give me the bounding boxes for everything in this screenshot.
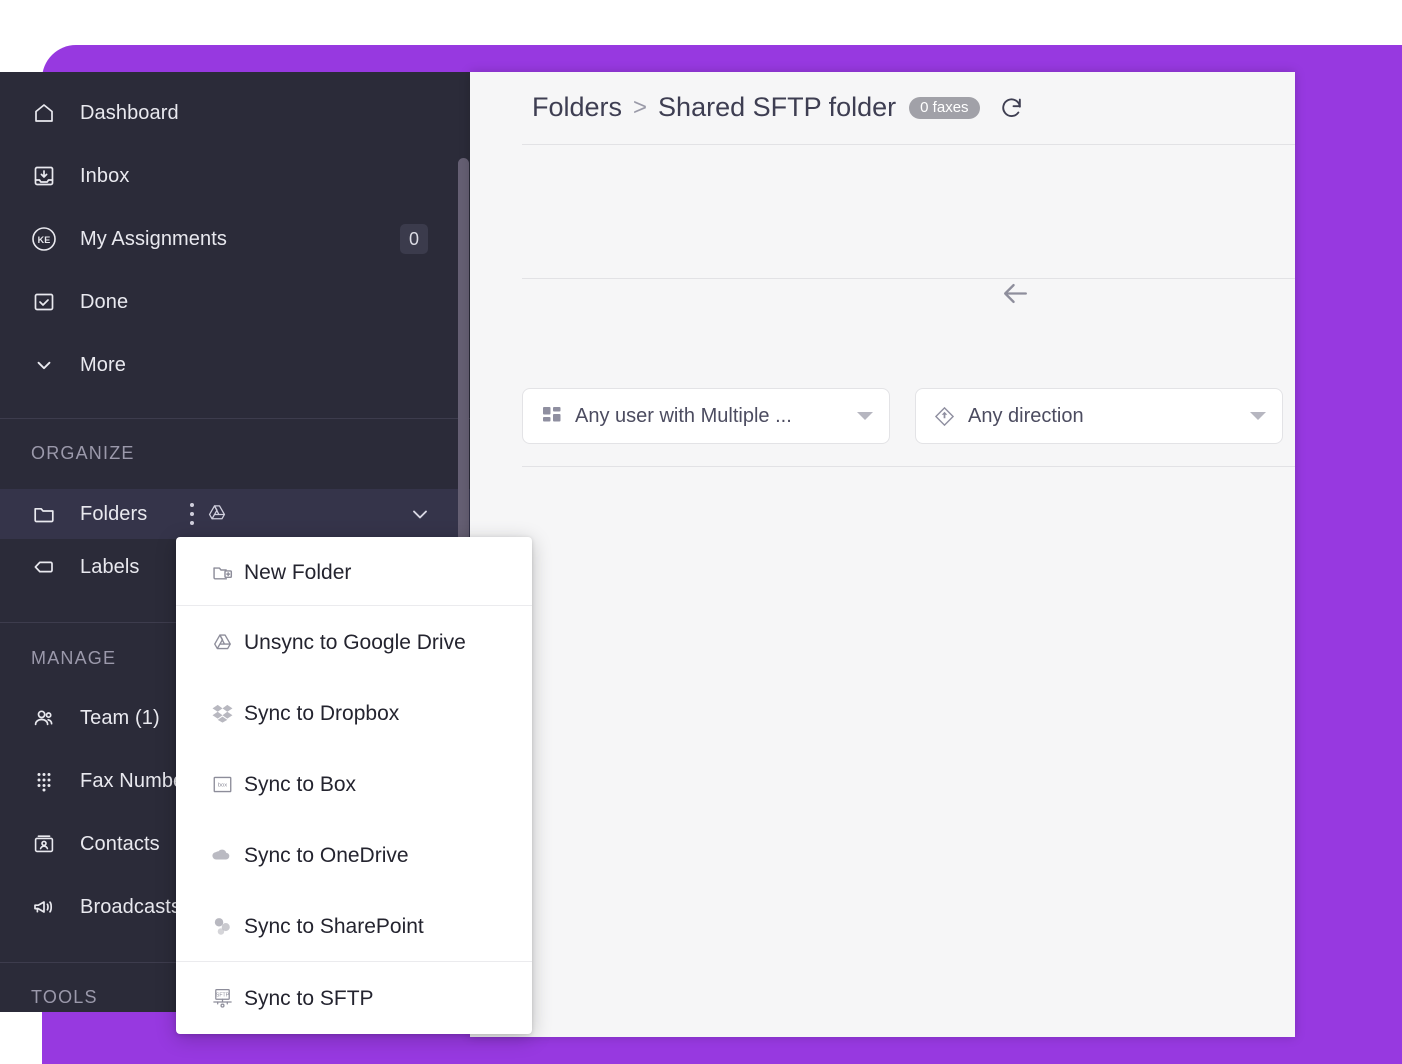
menu-item-sync-onedrive[interactable]: Sync to OneDrive xyxy=(176,820,532,891)
grid-icon xyxy=(541,406,562,427)
svg-text:box: box xyxy=(217,783,226,789)
sftp-icon: SFTP xyxy=(210,987,234,1011)
filter-direction-label: Any direction xyxy=(968,404,1084,427)
check-box-icon xyxy=(31,289,57,315)
filter-bar: Any user with Multiple ... Any direction xyxy=(522,388,1283,444)
filter-divider xyxy=(522,466,1295,467)
menu-divider xyxy=(176,605,532,606)
sidebar-section-organize-label: ORGANIZE xyxy=(31,443,135,463)
menu-item-label: Sync to Box xyxy=(244,772,357,796)
breadcrumb-separator-icon: > xyxy=(633,93,648,121)
assignments-count-badge: 0 xyxy=(400,224,428,254)
fax-count-badge: 0 faxes xyxy=(909,96,980,119)
google-drive-icon[interactable] xyxy=(206,502,230,526)
sidebar-section-manage-label: MANAGE xyxy=(31,648,117,668)
back-button[interactable] xyxy=(997,275,1033,311)
folders-kebab-menu-icon[interactable] xyxy=(189,503,195,525)
menu-item-new-folder[interactable]: New Folder xyxy=(176,537,532,608)
main-content-card: Folders > Shared SFTP folder 0 faxes Any… xyxy=(470,72,1295,1037)
sidebar-item-label: Inbox xyxy=(80,164,130,187)
sidebar-item-dashboard[interactable]: Dashboard xyxy=(0,88,470,138)
folders-context-menu: New Folder Unsync to Google Drive Sync t… xyxy=(176,537,532,1034)
breadcrumb: Folders > Shared SFTP folder 0 faxes xyxy=(532,92,1025,123)
menu-item-sync-box[interactable]: box Sync to Box xyxy=(176,749,532,820)
folder-icon xyxy=(31,501,57,527)
google-drive-icon xyxy=(210,631,234,655)
menu-item-label: Sync to OneDrive xyxy=(244,843,409,867)
users-icon xyxy=(31,705,57,731)
toolbar-divider xyxy=(522,278,1295,279)
dropbox-icon xyxy=(210,702,234,726)
sidebar-item-folders[interactable]: Folders xyxy=(0,489,470,539)
filter-user-label: Any user with Multiple ... xyxy=(575,404,792,427)
menu-item-unsync-google-drive[interactable]: Unsync to Google Drive xyxy=(176,607,532,678)
home-icon xyxy=(31,100,57,126)
sidebar-divider xyxy=(0,418,470,419)
folders-expand-chevron-icon[interactable] xyxy=(408,502,432,526)
dialpad-icon xyxy=(31,768,57,794)
app-window: Dashboard Inbox KE My Assignments 0 Done xyxy=(0,0,1402,1064)
sidebar-section-tools-label: TOOLS xyxy=(31,987,98,1007)
header-divider xyxy=(522,144,1295,145)
chevron-down-icon[interactable] xyxy=(857,412,873,420)
direction-icon xyxy=(934,406,955,427)
refresh-icon[interactable] xyxy=(999,95,1025,121)
menu-item-sync-sharepoint[interactable]: Sync to SharePoint xyxy=(176,891,532,962)
megaphone-icon xyxy=(31,894,57,920)
label-tag-icon xyxy=(31,554,57,580)
inbox-icon xyxy=(31,163,57,189)
menu-item-label: Sync to SharePoint xyxy=(244,914,424,938)
sidebar-item-label: Broadcasts xyxy=(80,895,182,918)
menu-item-sync-sftp[interactable]: SFTP Sync to SFTP xyxy=(176,963,532,1034)
chevron-down-icon[interactable] xyxy=(1250,412,1266,420)
sidebar-item-label: Contacts xyxy=(80,832,160,855)
sidebar-item-more[interactable]: More xyxy=(0,340,470,390)
filter-direction-dropdown[interactable]: Any direction xyxy=(915,388,1283,444)
ke-avatar-icon: KE xyxy=(31,226,57,252)
box-icon: box xyxy=(210,773,234,797)
sharepoint-icon xyxy=(210,915,234,939)
contact-card-icon xyxy=(31,831,57,857)
app-backdrop-bottom xyxy=(76,1037,1402,1064)
sidebar-item-label: Team (1) xyxy=(80,706,160,729)
chevron-down-icon xyxy=(31,352,57,378)
menu-item-label: Sync to Dropbox xyxy=(244,701,400,725)
sidebar-item-label: Dashboard xyxy=(80,101,179,124)
sidebar-item-inbox[interactable]: Inbox xyxy=(0,151,470,201)
breadcrumb-bar: Folders > Shared SFTP folder 0 faxes xyxy=(470,72,1295,144)
svg-text:KE: KE xyxy=(38,235,51,245)
filter-user-dropdown[interactable]: Any user with Multiple ... xyxy=(522,388,890,444)
menu-divider xyxy=(176,961,532,962)
sidebar-item-done[interactable]: Done xyxy=(0,277,470,327)
breadcrumb-current: Shared SFTP folder xyxy=(658,92,897,122)
new-folder-icon xyxy=(210,561,234,585)
sidebar-item-label: More xyxy=(80,353,126,376)
onedrive-icon xyxy=(210,844,234,868)
menu-item-label: Unsync to Google Drive xyxy=(244,630,466,654)
sidebar-item-my-assignments[interactable]: KE My Assignments 0 xyxy=(0,214,470,264)
sidebar-item-label: Folders xyxy=(80,502,148,525)
menu-item-label: Sync to SFTP xyxy=(244,986,374,1010)
svg-text:SFTP: SFTP xyxy=(215,992,229,998)
breadcrumb-root-link[interactable]: Folders xyxy=(532,92,622,123)
menu-item-label: New Folder xyxy=(244,560,352,584)
menu-item-sync-dropbox[interactable]: Sync to Dropbox xyxy=(176,678,532,749)
sidebar-item-label: My Assignments xyxy=(80,227,228,250)
sidebar-item-label: Done xyxy=(80,290,129,313)
sidebar-item-label: Labels xyxy=(80,555,140,578)
